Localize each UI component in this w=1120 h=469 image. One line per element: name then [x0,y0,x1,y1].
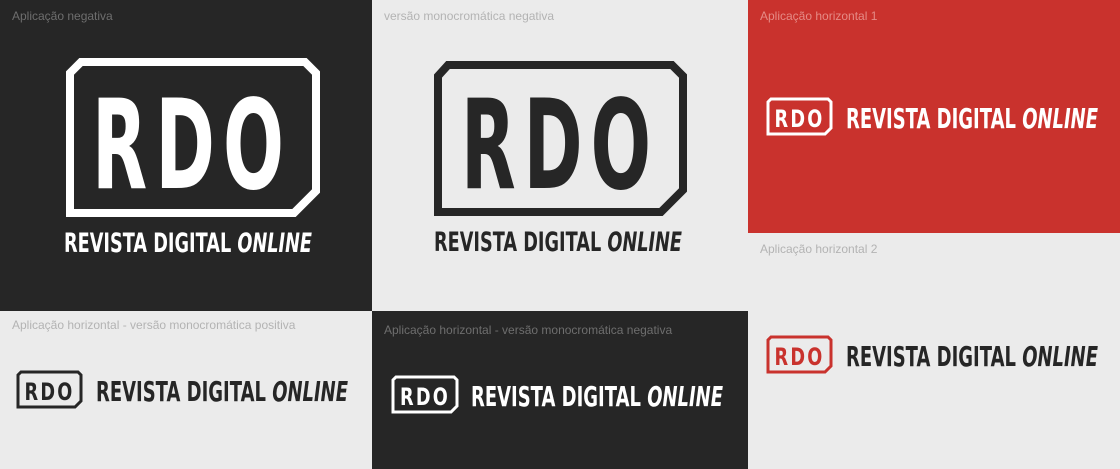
panel-horizontal-mono-negativa: Aplicação horizontal - versão monocromát… [372,311,748,469]
logo-name: REVISTA DIGITAL ONLINE [846,340,1098,373]
logo-name: REVISTA DIGITAL ONLINE [471,380,723,413]
rdo-mark: RDO [775,343,825,371]
panel-versao-mono-negativa: versão monocromática negativa RDO REVIST… [372,0,748,311]
logo-name: REVISTA DIGITAL ONLINE [96,375,348,408]
logo-name-italic: ONLINE [1022,102,1098,135]
logo-name-regular: REVISTA DIGITAL [471,380,641,413]
panel-aplicacao-negativa: Aplicação negativa RDO REVISTA DIGITAL O… [0,0,372,311]
logo-name-regular: REVISTA DIGITAL [64,228,231,259]
rdo-mark: RDO [92,74,292,218]
logo-name: REVISTA DIGITAL ONLINE [64,228,312,259]
rdo-mark: RDO [400,383,450,411]
panel-horizontal-2: Aplicação horizontal 2 RDO REVISTA DIGIT… [748,233,1120,469]
rdo-mark: RDO [775,105,825,133]
rdo-logo-stacked: RDO REVISTA DIGITAL ONLINE [64,58,320,259]
logo-name-italic: ONLINE [647,380,723,413]
logo-name: REVISTA DIGITAL ONLINE [434,227,682,258]
panel-horizontal-mono-positiva: Aplicação horizontal - versão monocromát… [0,311,372,469]
rdo-mark: RDO [461,74,659,218]
logo-name-italic: ONLINE [237,228,312,259]
logo-name-regular: REVISTA DIGITAL [96,375,266,408]
rdo-logo-horizontal: RDO REVISTA DIGITAL ONLINE [766,97,1098,136]
logo-name-regular: REVISTA DIGITAL [434,227,601,258]
logo-name-italic: ONLINE [1022,340,1098,373]
rdo-mark: RDO [25,378,75,406]
logo-name-italic: ONLINE [272,375,348,408]
logo-name-italic: ONLINE [607,227,682,258]
rdo-logo-stacked: RDO REVISTA DIGITAL ONLINE [434,61,687,258]
logo-name-regular: REVISTA DIGITAL [846,340,1016,373]
rdo-logo-horizontal: RDO REVISTA DIGITAL ONLINE [16,370,348,409]
rdo-logo-horizontal: RDO REVISTA DIGITAL ONLINE [766,335,1098,374]
logo-name-regular: REVISTA DIGITAL [846,102,1016,135]
logo-name: REVISTA DIGITAL ONLINE [846,102,1098,135]
panel-horizontal-1: Aplicação horizontal 1 RDO REVISTA DIGIT… [748,0,1120,233]
rdo-logo-horizontal: RDO REVISTA DIGITAL ONLINE [391,375,723,414]
